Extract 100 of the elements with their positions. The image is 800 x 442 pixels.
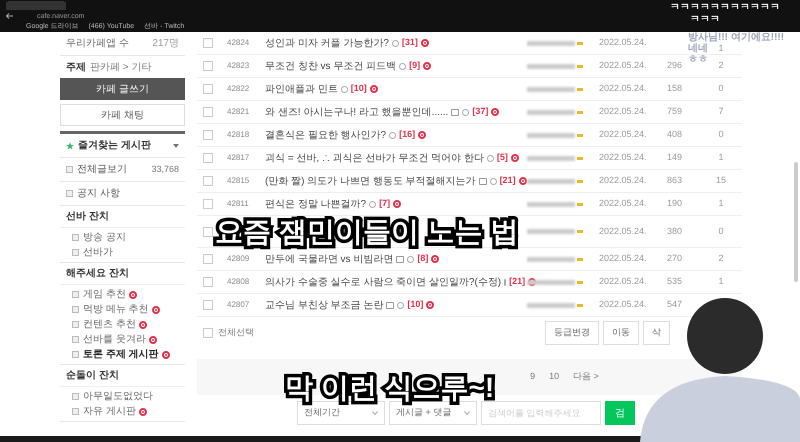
level-icon bbox=[577, 304, 583, 306]
comment-count[interactable]: [37] bbox=[472, 105, 488, 119]
level-icon bbox=[577, 202, 583, 206]
action-button[interactable]: 등급변경 bbox=[545, 321, 599, 345]
caret-icon[interactable] bbox=[173, 144, 179, 148]
post-count: 33,768 bbox=[151, 162, 179, 176]
chat-message: ㅋㅋㅋ bbox=[690, 14, 720, 26]
post-title[interactable]: 성인과 미자 커플 가능한가? bbox=[265, 36, 389, 50]
comment-count[interactable]: [16] bbox=[399, 128, 416, 142]
chat-message: 네네 bbox=[688, 43, 708, 54]
post-number: 42818 bbox=[227, 130, 250, 140]
like-count: 15 bbox=[716, 175, 726, 186]
comment-count[interactable]: [21] bbox=[500, 174, 516, 188]
post-title[interactable]: 만두에 국물라면 vs 비빔라면 bbox=[265, 252, 394, 266]
cafe-button[interactable]: 카페 채팅 bbox=[60, 104, 185, 126]
comment-count[interactable]: [10] bbox=[350, 82, 367, 96]
view-count: 759 bbox=[667, 106, 682, 116]
post-title[interactable]: (만화 짤) 의도가 나쁘면 행동도 부적절해지는가 bbox=[265, 174, 476, 188]
page-link[interactable]: 10 bbox=[549, 370, 560, 384]
post-date: 2022.05.24. bbox=[599, 82, 648, 96]
member-count-label: 우리카페앱 수 bbox=[66, 37, 129, 51]
level-icon bbox=[577, 134, 583, 136]
board-link[interactable]: 게임 추천 bbox=[83, 287, 126, 302]
board-link[interactable]: 컨텐츠 추천 bbox=[83, 317, 136, 332]
board-link[interactable]: 선바를 웃겨라 bbox=[83, 332, 146, 347]
comment-count[interactable]: [7] bbox=[379, 197, 390, 211]
row-checkbox[interactable] bbox=[203, 130, 213, 140]
chat-message: ㅎㅎ bbox=[688, 54, 708, 65]
post-title[interactable]: 와 샌즈! 아시는구나! 라고 했을뿐인데...... bbox=[265, 104, 448, 120]
post-title[interactable]: 교수님 부친상 부조금 논란 bbox=[265, 298, 384, 312]
post-number: 42815 bbox=[227, 176, 250, 186]
row-checkbox[interactable] bbox=[203, 107, 213, 117]
level-icon bbox=[577, 258, 583, 260]
like-count: 1 bbox=[718, 152, 724, 162]
select-all-checkbox[interactable] bbox=[203, 328, 213, 338]
author-blur bbox=[527, 110, 575, 114]
like-count: 0 bbox=[718, 83, 724, 94]
comment-count[interactable]: [9] bbox=[409, 59, 420, 73]
member-count: 217명 bbox=[152, 37, 179, 51]
post-number: 42809 bbox=[227, 254, 250, 264]
board-icon bbox=[72, 336, 79, 343]
topic-value: 판카페 > 기타 bbox=[90, 60, 152, 74]
section-title: 선바 잔치 bbox=[60, 206, 185, 228]
board-icon bbox=[72, 351, 79, 358]
row-checkbox[interactable] bbox=[203, 300, 213, 310]
board-link[interactable]: 아무일도없었다 bbox=[83, 389, 153, 404]
board-link[interactable]: 공지 사항 bbox=[77, 186, 120, 201]
row-checkbox[interactable] bbox=[203, 226, 213, 236]
post-title[interactable]: 편식은 정말 나쁜걸까? bbox=[265, 196, 366, 212]
scrollbar[interactable] bbox=[794, 162, 798, 282]
post-number: 42808 bbox=[227, 277, 250, 286]
comment-count[interactable]: [5] bbox=[496, 151, 508, 165]
board-link[interactable]: 먹방 메뉴 추천 bbox=[83, 302, 149, 317]
post-title[interactable]: 결혼식은 필요한 행사인가? bbox=[265, 128, 386, 142]
level-icon bbox=[577, 64, 583, 68]
board-link[interactable]: 전체글보기 bbox=[77, 162, 127, 177]
row-checkbox[interactable] bbox=[203, 61, 213, 71]
view-count: 535 bbox=[667, 276, 682, 286]
row-checkbox[interactable] bbox=[203, 277, 213, 287]
next-page-link[interactable]: 다음 > bbox=[573, 370, 599, 384]
back-arrow-icon[interactable] bbox=[6, 13, 13, 19]
author-blur bbox=[527, 178, 575, 184]
board-link[interactable]: 방송 공지 bbox=[83, 230, 126, 245]
like-count: 2 bbox=[718, 253, 724, 264]
post-number: 42824 bbox=[227, 38, 250, 48]
board-link[interactable]: 선바가 bbox=[83, 245, 113, 260]
action-button[interactable]: 삭 bbox=[643, 321, 670, 345]
post-date: 2022.05.24. bbox=[599, 197, 648, 210]
subtitle-caption: 막 이런 식으루~! bbox=[285, 372, 494, 404]
comment-count[interactable]: [10] bbox=[407, 298, 424, 312]
post-title[interactable]: 무조건 칭찬 vs 무조건 피드백 bbox=[265, 58, 396, 74]
favorites-title: 즐겨찾는 게시판 bbox=[78, 139, 151, 153]
board-link[interactable]: 토론 주제 게시판 bbox=[83, 347, 159, 362]
board-icon bbox=[66, 166, 73, 173]
action-button[interactable]: 이동 bbox=[603, 321, 639, 345]
page-link[interactable]: 9 bbox=[530, 370, 536, 384]
row-checkbox[interactable] bbox=[203, 254, 213, 264]
comment-count[interactable]: [31] bbox=[402, 36, 418, 50]
board-icon bbox=[72, 306, 79, 313]
post-number: 42822 bbox=[227, 84, 250, 94]
topic-label: 주제 bbox=[66, 60, 86, 74]
post-date: 2022.05.24. bbox=[599, 252, 648, 266]
board-icon bbox=[72, 291, 79, 298]
post-date: 2022.05.24. bbox=[599, 151, 648, 164]
row-checkbox[interactable] bbox=[203, 199, 213, 209]
row-checkbox[interactable] bbox=[203, 153, 213, 163]
like-count: 1 bbox=[718, 276, 724, 286]
comment-count[interactable]: [8] bbox=[417, 252, 428, 266]
row-checkbox[interactable] bbox=[203, 176, 213, 186]
post-title[interactable]: 괴식 = 선바, ∴ 괴식은 선바가 무조건 먹어야 한다 bbox=[265, 150, 484, 166]
post-title[interactable]: 의사가 수술중 실수로 사람으 죽이면 살인일까?(수정) bbox=[265, 274, 502, 290]
board-link[interactable]: 자유 게시판 bbox=[83, 404, 136, 419]
view-count: 380 bbox=[667, 226, 682, 236]
post-title[interactable]: 파인애플과 민트 bbox=[265, 82, 338, 96]
cafe-button[interactable]: 카페 글쓰기 bbox=[60, 78, 185, 100]
author-blur bbox=[527, 156, 575, 160]
row-checkbox[interactable] bbox=[203, 84, 213, 94]
author-blur bbox=[527, 256, 575, 262]
row-checkbox[interactable] bbox=[203, 38, 213, 48]
comment-count[interactable]: [21] bbox=[509, 275, 526, 289]
